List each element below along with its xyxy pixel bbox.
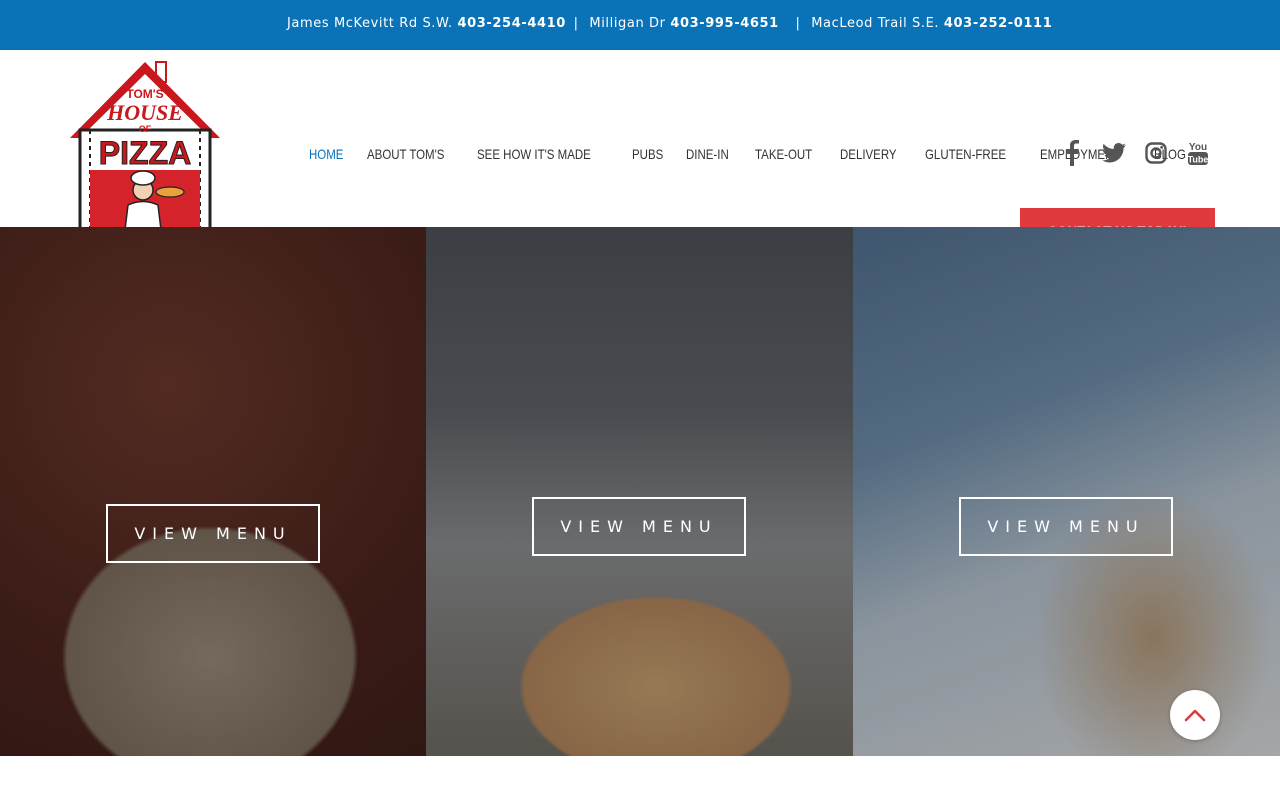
location-name-1: James McKevitt Rd S.W. [287,16,453,31]
menu-panels: VIEW MENU VIEW MENU VIEW MENU [0,227,1280,756]
panel-overlay [426,227,853,756]
instagram-icon[interactable] [1144,140,1168,166]
nav-dine-in[interactable]: DINE-IN [686,146,729,162]
site-logo[interactable]: TOM'S HOUSE OF PIZZA [70,60,220,252]
svg-text:You: You [1189,142,1207,153]
panel-delivery: VIEW MENU [853,227,1280,756]
panel-overlay [853,227,1280,756]
separator: | [573,16,579,31]
nav-gluten-free[interactable]: GLUTEN-FREE [925,146,1006,162]
nav-take-out[interactable]: TAKE-OUT [755,146,812,162]
svg-text:Tube: Tube [1188,155,1209,165]
panel-overlay [0,227,426,756]
site-header: TOM'S HOUSE OF PIZZA HOME ABOUT TOM'S SE… [0,50,1280,257]
panel-mushroom-pizza: VIEW MENU [0,227,426,756]
svg-text:PIZZA: PIZZA [99,135,191,171]
panel-restaurant-pizza: VIEW MENU [426,227,853,756]
view-menu-button-1[interactable]: VIEW MENU [106,504,320,563]
top-contact-bar: James McKevitt Rd S.W. 403-254-4410 | Mi… [0,0,1280,50]
view-menu-button-2[interactable]: VIEW MENU [532,497,746,556]
nav-home[interactable]: HOME [309,146,343,162]
social-links: You Tube [1060,140,1210,166]
location-name-3: MacLeod Trail S.E. [811,16,940,31]
svg-text:OF: OF [139,124,152,134]
youtube-icon[interactable]: You Tube [1186,140,1210,166]
location-name-2: Milligan Dr [589,16,666,31]
location-phone-3[interactable]: 403-252-0111 [944,16,1052,31]
twitter-icon[interactable] [1102,140,1126,166]
facebook-icon[interactable] [1060,140,1084,166]
logo-house-icon: TOM'S HOUSE OF PIZZA [70,61,220,250]
view-menu-button-3[interactable]: VIEW MENU [959,497,1173,556]
svg-text:TOM'S: TOM'S [126,87,163,101]
nav-see-how-its-made[interactable]: SEE HOW IT'S MADE [477,146,591,162]
location-phone-list: James McKevitt Rd S.W. 403-254-4410 | Mi… [287,16,1052,31]
location-phone-2[interactable]: 403-995-4651 [670,16,778,31]
chevron-up-icon [1184,709,1206,722]
separator: | [795,16,801,31]
back-to-top-button[interactable] [1170,690,1220,740]
nav-pubs[interactable]: PUBS [632,146,663,162]
svg-text:HOUSE: HOUSE [106,100,183,125]
location-phone-1[interactable]: 403-254-4410 [457,16,565,31]
nav-about-toms[interactable]: ABOUT TOM'S [367,146,444,162]
nav-delivery[interactable]: DELIVERY [840,146,897,162]
